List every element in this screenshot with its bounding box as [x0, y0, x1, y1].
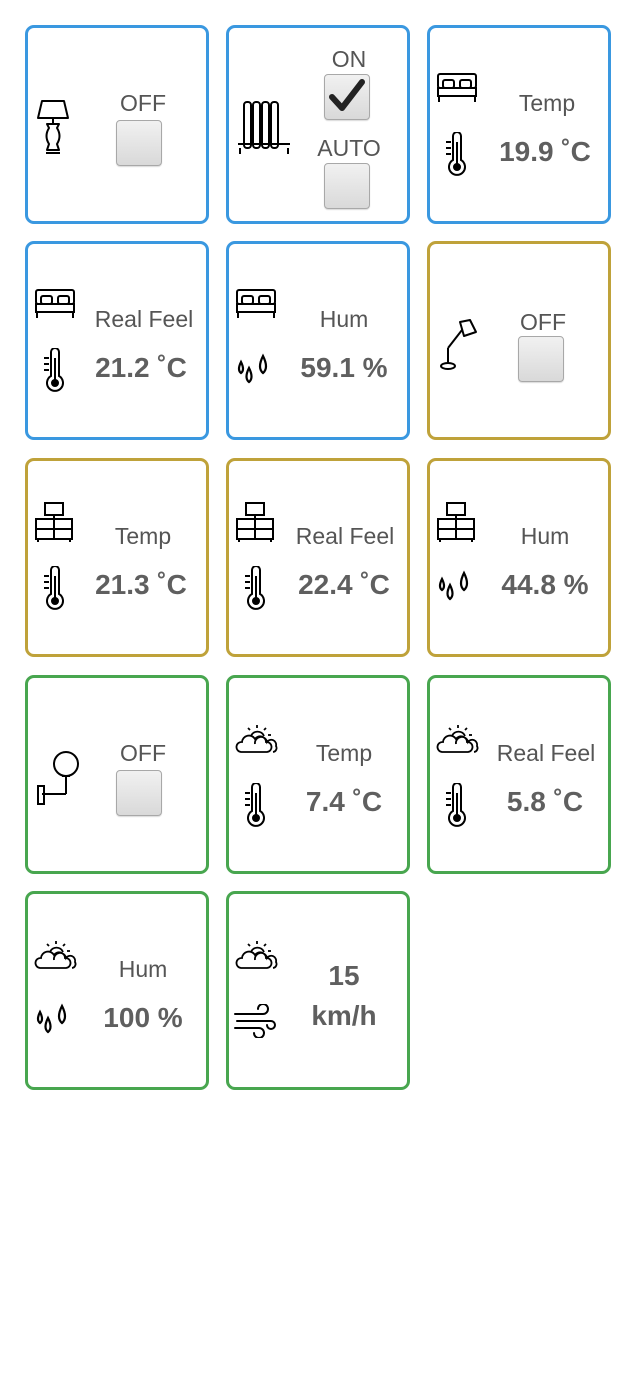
thermometer-icon — [42, 566, 66, 610]
dresser-icon — [235, 501, 275, 543]
partly-cloudy-icon — [235, 940, 279, 970]
temp-label: Temp — [114, 523, 172, 549]
office-lamp-checkbox[interactable] — [518, 336, 564, 382]
bed-icon — [34, 288, 76, 320]
temp-label: Temp — [518, 90, 576, 116]
bedroom-realfeel-tile: Real Feel 21.2 ˚C — [25, 241, 209, 440]
lamp-state-label: OFF — [120, 90, 166, 116]
bedroom-lamp-checkbox[interactable] — [116, 120, 162, 166]
water-drops-icon — [235, 350, 271, 390]
bedroom-temp-tile: Temp 19.9 ˚C — [427, 25, 611, 224]
dresser-icon — [436, 501, 476, 543]
thermometer-icon — [243, 783, 267, 827]
hum-value: 44.8 % — [501, 569, 589, 600]
heater-auto-checkbox[interactable] — [324, 163, 370, 209]
hum-value: 100 % — [103, 1002, 183, 1033]
partly-cloudy-icon — [34, 940, 78, 970]
outdoor-lamp-checkbox[interactable] — [116, 770, 162, 816]
bedroom-heater-tile: ON AUTO — [226, 25, 410, 224]
partly-cloudy-icon — [235, 724, 279, 754]
water-drops-icon — [34, 1000, 70, 1040]
temp-value: 7.4 ˚C — [305, 786, 383, 817]
outdoor-realfeel-tile: Real Feel 5.8 ˚C — [427, 675, 611, 874]
real-feel-label: Real Feel — [496, 740, 596, 766]
hum-label: Hum — [319, 306, 369, 332]
hum-label: Hum — [118, 956, 168, 982]
office-lamp-tile: OFF — [427, 241, 611, 440]
bed-icon — [235, 288, 277, 320]
table-lamp-icon — [36, 98, 70, 158]
office-temp-tile: Temp 21.3 ˚C — [25, 458, 209, 657]
heater-on-label: ON — [331, 46, 367, 72]
real-feel-value: 21.2 ˚C — [95, 352, 187, 383]
temp-value: 19.9 ˚C — [499, 136, 591, 167]
bedroom-lamp-tile: OFF — [25, 25, 209, 224]
thermometer-icon — [444, 132, 468, 176]
bedroom-hum-tile: Hum 59.1 % — [226, 241, 410, 440]
real-feel-value: 22.4 ˚C — [298, 569, 390, 600]
thermometer-icon — [243, 566, 267, 610]
checkmark-icon — [329, 79, 365, 111]
lamp-state-label: OFF — [120, 740, 166, 766]
office-realfeel-tile: Real Feel 22.4 ˚C — [226, 458, 410, 657]
hum-label: Hum — [520, 523, 570, 549]
real-feel-label: Real Feel — [295, 523, 395, 549]
wind-speed-unit: km/h — [311, 1000, 377, 1031]
outdoor-hum-tile: Hum 100 % — [25, 891, 209, 1090]
hum-value: 59.1 % — [300, 352, 388, 383]
office-hum-tile: Hum 44.8 % — [427, 458, 611, 657]
outdoor-temp-tile: Temp 7.4 ˚C — [226, 675, 410, 874]
heater-on-checkbox[interactable] — [324, 74, 370, 120]
wall-lamp-icon — [36, 750, 80, 808]
radiator-icon — [236, 98, 292, 156]
water-drops-icon — [436, 567, 472, 607]
heater-auto-label: AUTO — [317, 135, 381, 161]
lamp-state-label: OFF — [520, 309, 566, 335]
desk-lamp-icon — [440, 318, 478, 372]
bed-icon — [436, 72, 478, 104]
real-feel-label: Real Feel — [94, 306, 194, 332]
partly-cloudy-icon — [436, 724, 480, 754]
real-feel-value: 5.8 ˚C — [506, 786, 584, 817]
outdoor-wind-tile: 15 km/h — [226, 891, 410, 1090]
outdoor-lamp-tile: OFF — [25, 675, 209, 874]
thermometer-icon — [42, 348, 66, 392]
temp-label: Temp — [315, 740, 373, 766]
wind-icon — [233, 1004, 277, 1038]
temp-value: 21.3 ˚C — [95, 569, 187, 600]
thermometer-icon — [444, 783, 468, 827]
wind-speed-value: 15 — [328, 960, 360, 991]
dresser-icon — [34, 501, 74, 543]
